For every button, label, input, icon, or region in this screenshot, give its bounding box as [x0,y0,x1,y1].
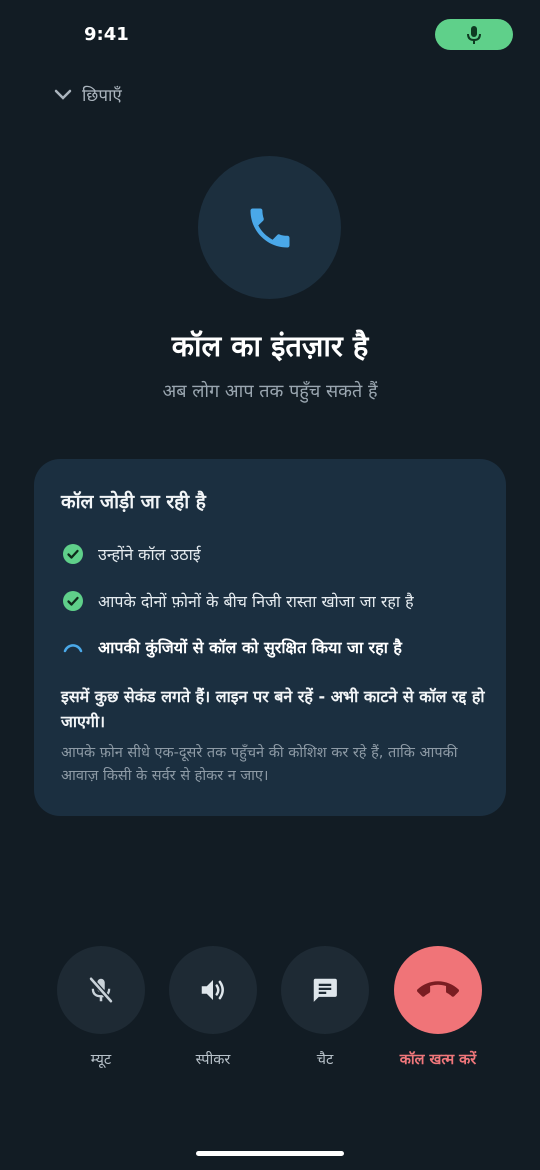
mute-label: म्यूट [90,1052,112,1068]
step-securing: आपकी कुंजियों से कॉल को सुरक्षित किया जा… [62,636,402,658]
end-call-button[interactable] [394,946,482,1034]
home-indicator[interactable] [196,1151,344,1156]
step-label: आपकी कुंजियों से कॉल को सुरक्षित किया जा… [98,638,402,657]
chat-label: चैट [316,1052,334,1068]
spinner-icon [62,636,84,658]
step-finding-route: आपके दोनों फ़ोनों के बीच निजी रास्ता खोज… [62,590,414,612]
phone-icon [250,208,289,247]
mic-off-icon [89,977,113,1003]
step-answered: उन्होंने कॉल उठाई [62,543,201,565]
hide-label: छिपाएँ [82,86,122,106]
mute-button[interactable] [57,946,145,1034]
end-call-label: कॉल खत्म करें [399,1052,477,1068]
privacy-note: आपके फ़ोन सीधे एक-दूसरे तक पहुँचने की को… [61,745,458,784]
call-subtitle: अब लोग आप तक पहुँच सकते हैं [162,381,378,402]
mic-indicator-pill[interactable] [435,19,513,50]
stay-on-line-note: इसमें कुछ सेकंड लगते हैं। लाइन पर बने रह… [61,687,485,731]
card-title: कॉल जोड़ी जा रही है [61,491,206,513]
chat-icon [313,978,337,1002]
step-label: उन्होंने कॉल उठाई [98,545,201,564]
speaker-button[interactable] [169,946,257,1034]
hide-call-button[interactable]: छिपाएँ [54,83,122,106]
mic-icon [467,25,481,44]
speaker-icon [201,980,224,1000]
step-label: आपके दोनों फ़ोनों के बीच निजी रास्ता खोज… [98,592,414,611]
connection-status-card: कॉल जोड़ी जा रही है उन्होंने कॉल उठाई आप… [34,459,506,816]
call-title: कॉल का इंतज़ार है [171,329,369,363]
call-avatar [198,156,341,299]
chevron-down-icon [54,89,72,100]
hang-up-icon [417,981,459,997]
check-circle-icon [62,590,84,612]
check-circle-icon [62,543,84,565]
speaker-label: स्पीकर [195,1052,231,1068]
chat-button[interactable] [281,946,369,1034]
status-time: 9:41 [84,24,129,45]
